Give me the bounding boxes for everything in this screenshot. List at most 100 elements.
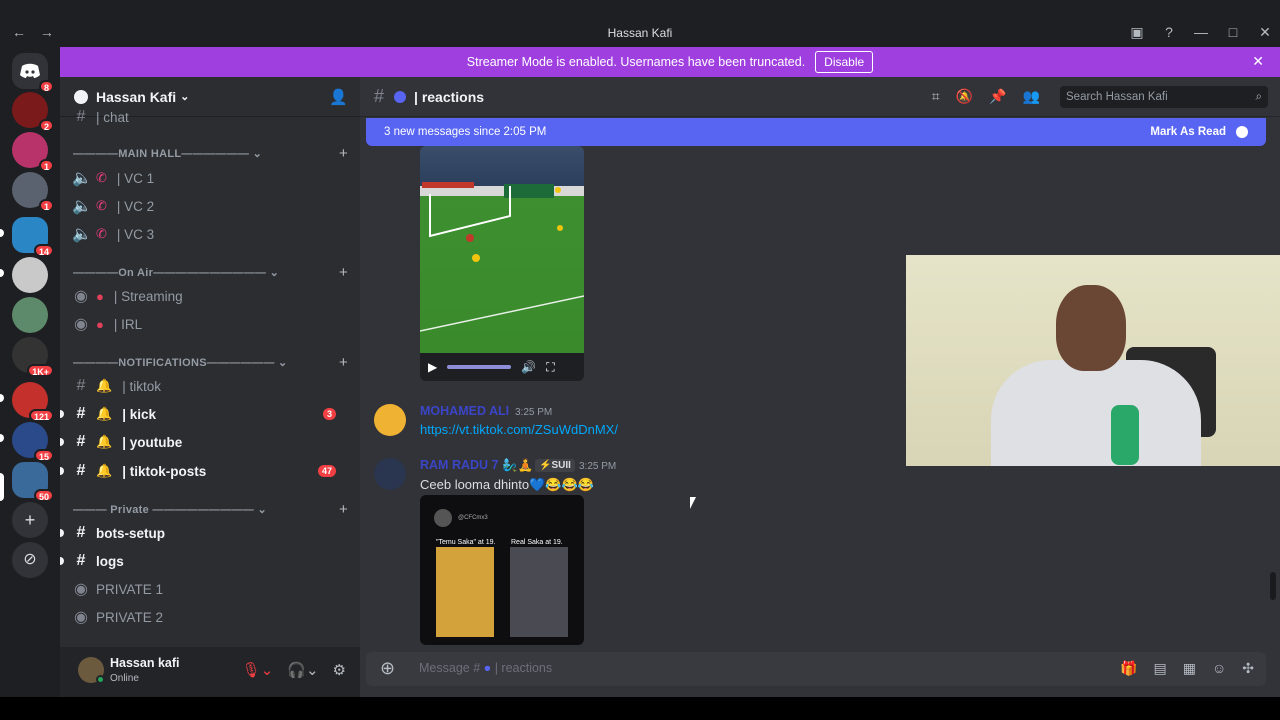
- message-timestamp: 3:25 PM: [579, 461, 617, 472]
- message-text: Ceeb looma dhinto💙😂😂😂: [420, 477, 594, 492]
- chevron-down-icon: ⌄: [252, 148, 263, 160]
- server-icon[interactable]: [12, 257, 48, 293]
- close-icon[interactable]: ✕: [1256, 24, 1274, 41]
- role-tag: ⚡SUII: [535, 459, 575, 472]
- add-channel-icon[interactable]: +: [339, 501, 348, 518]
- unread-pill: [0, 394, 4, 402]
- add-channel-icon[interactable]: +: [339, 264, 348, 281]
- server-icon[interactable]: [12, 297, 48, 333]
- server-icon[interactable]: 14: [12, 217, 54, 257]
- red-circle-icon: ●: [96, 288, 104, 304]
- mouse-cursor-icon: [690, 497, 696, 509]
- apps-icon[interactable]: ✣: [1242, 660, 1254, 677]
- video-embed[interactable]: ▶ 🔊 ⛶: [420, 146, 584, 381]
- home-button[interactable]: 8: [12, 53, 54, 93]
- category-on-air[interactable]: ————On Air—————————— ⌄ +: [73, 264, 348, 281]
- unread-pill: [60, 438, 64, 446]
- category-main-hall[interactable]: ————MAIN HALL—————— ⌄ +: [73, 145, 348, 162]
- channel-label: | Streaming: [113, 288, 183, 304]
- add-channel-icon[interactable]: +: [339, 354, 348, 371]
- voice-channel[interactable]: 🔈 ✆ | VC 2: [72, 193, 352, 219]
- person-head: [1056, 285, 1126, 371]
- channel-label: PRIVATE 1: [96, 581, 164, 597]
- media-handle: @CFCmx3: [458, 515, 488, 521]
- video-progress-bar[interactable]: [447, 365, 512, 369]
- server-icon[interactable]: 50: [12, 462, 54, 502]
- unread-pill: [60, 410, 64, 418]
- server-icon[interactable]: 121: [12, 382, 54, 422]
- image-embed[interactable]: @CFCmx3 "Temu Saka" at 19. Real Saka at …: [420, 495, 584, 645]
- new-messages-bar[interactable]: 3 new messages since 2:05 PM Mark As Rea…: [366, 118, 1266, 146]
- microphone-icon: [1111, 405, 1139, 465]
- discover-icon[interactable]: ⊘: [12, 542, 48, 578]
- server-badge: 15: [33, 449, 54, 462]
- chevron-down-icon: ⌄: [257, 504, 267, 516]
- gif-icon[interactable]: ▤: [1154, 660, 1167, 677]
- disable-streamer-mode-button[interactable]: Disable: [815, 51, 874, 73]
- notification-muted-icon[interactable]: 🔕: [956, 88, 973, 105]
- add-server-icon[interactable]: +: [12, 502, 48, 538]
- server-icon[interactable]: 1: [12, 172, 54, 212]
- channel-label: | youtube: [122, 434, 183, 450]
- inbox-icon[interactable]: ▣: [1128, 24, 1146, 41]
- text-channel[interactable]: # logs: [60, 548, 352, 574]
- help-icon[interactable]: ?: [1160, 24, 1178, 41]
- server-icon[interactable]: 2: [12, 92, 54, 132]
- scrollbar[interactable]: [1270, 572, 1276, 600]
- message-link[interactable]: https://vt.tiktok.com/ZSuWdDnMX/: [420, 422, 618, 437]
- threads-icon[interactable]: ⌗: [932, 88, 940, 105]
- minimize-icon[interactable]: —: [1192, 24, 1210, 41]
- voice-channel[interactable]: 🔈 ✆ | VC 1: [72, 165, 352, 191]
- bell-icon: 🔔: [96, 434, 113, 449]
- mic-muted-icon[interactable]: 🎙⌄: [242, 661, 274, 679]
- bell-icon: 🔔: [96, 378, 113, 393]
- attach-plus-icon[interactable]: ⊕: [380, 658, 395, 679]
- globe-icon: [394, 90, 407, 103]
- channel-label: | IRL: [113, 316, 143, 332]
- text-channel[interactable]: # bots-setup: [60, 520, 352, 546]
- stage-channel[interactable]: ◉ ● | Streaming: [72, 283, 352, 309]
- volume-icon[interactable]: 🔊: [521, 360, 536, 374]
- channel-item[interactable]: # | chat: [72, 104, 352, 130]
- voice-channel[interactable]: ◉ PRIVATE 1: [72, 576, 352, 602]
- voice-channel[interactable]: ◉ PRIVATE 2: [72, 604, 352, 630]
- banner-close-icon[interactable]: ✕: [1252, 53, 1264, 70]
- category-private[interactable]: ——— Private ————————— ⌄ +: [73, 501, 348, 518]
- sticker-icon[interactable]: ▦: [1183, 660, 1196, 677]
- server-icon[interactable]: 1K+: [12, 337, 54, 377]
- gear-icon[interactable]: ⚙: [333, 661, 346, 679]
- voice-channel[interactable]: 🔈 ✆ | VC 3: [72, 221, 352, 247]
- headphones-icon[interactable]: 🎧⌄: [287, 661, 318, 679]
- avatar[interactable]: [374, 404, 406, 436]
- message-author[interactable]: RAM RADU 7 🧞‍♂️🧘: [420, 458, 533, 473]
- server-badge: 1K+: [27, 364, 54, 377]
- unread-pill: [60, 529, 64, 537]
- mark-as-read-button[interactable]: Mark As Read: [1150, 118, 1226, 146]
- play-icon[interactable]: ▶: [428, 360, 437, 374]
- channel-sidebar: Hassan Kafi ⌄ 👤 # | chat ————MAIN HALL——…: [60, 77, 360, 647]
- category-label: ————MAIN HALL——————: [73, 148, 250, 160]
- add-channel-icon[interactable]: +: [339, 145, 348, 162]
- search-input[interactable]: Search Hassan Kafi ⌕: [1060, 86, 1268, 108]
- server-icon[interactable]: 1: [12, 132, 54, 172]
- message-author[interactable]: MOHAMED ALI: [420, 404, 509, 418]
- streamer-mode-banner: Streamer Mode is enabled. Usernames have…: [60, 47, 1280, 77]
- hash-icon: #: [76, 552, 86, 569]
- avatar[interactable]: [374, 458, 406, 490]
- category-label: ————NOTIFICATIONS——————: [73, 357, 275, 369]
- maximize-icon[interactable]: □: [1224, 24, 1242, 41]
- message-composer[interactable]: ⊕ Message # ● | reactions 🎁 ▤ ▦ ☺ ✣: [366, 652, 1266, 686]
- server-icon[interactable]: 15: [12, 422, 54, 462]
- pin-icon[interactable]: 📌: [989, 88, 1006, 105]
- text-channel[interactable]: # 🔔 | tiktok-posts 47: [60, 458, 352, 484]
- username[interactable]: Hassan kafi: [110, 656, 179, 670]
- text-channel[interactable]: # 🔔 | tiktok: [72, 373, 352, 399]
- emoji-icon[interactable]: ☺: [1212, 660, 1226, 677]
- text-channel[interactable]: # 🔔 | kick 3: [60, 401, 352, 427]
- gift-icon[interactable]: 🎁: [1120, 660, 1137, 677]
- fullscreen-icon[interactable]: ⛶: [546, 360, 554, 375]
- member-list-icon[interactable]: 👥: [1023, 88, 1040, 105]
- category-notifications[interactable]: ————NOTIFICATIONS—————— ⌄ +: [73, 354, 348, 371]
- stage-channel[interactable]: ◉ ● | IRL: [72, 311, 352, 337]
- text-channel[interactable]: # 🔔 | youtube: [60, 429, 352, 455]
